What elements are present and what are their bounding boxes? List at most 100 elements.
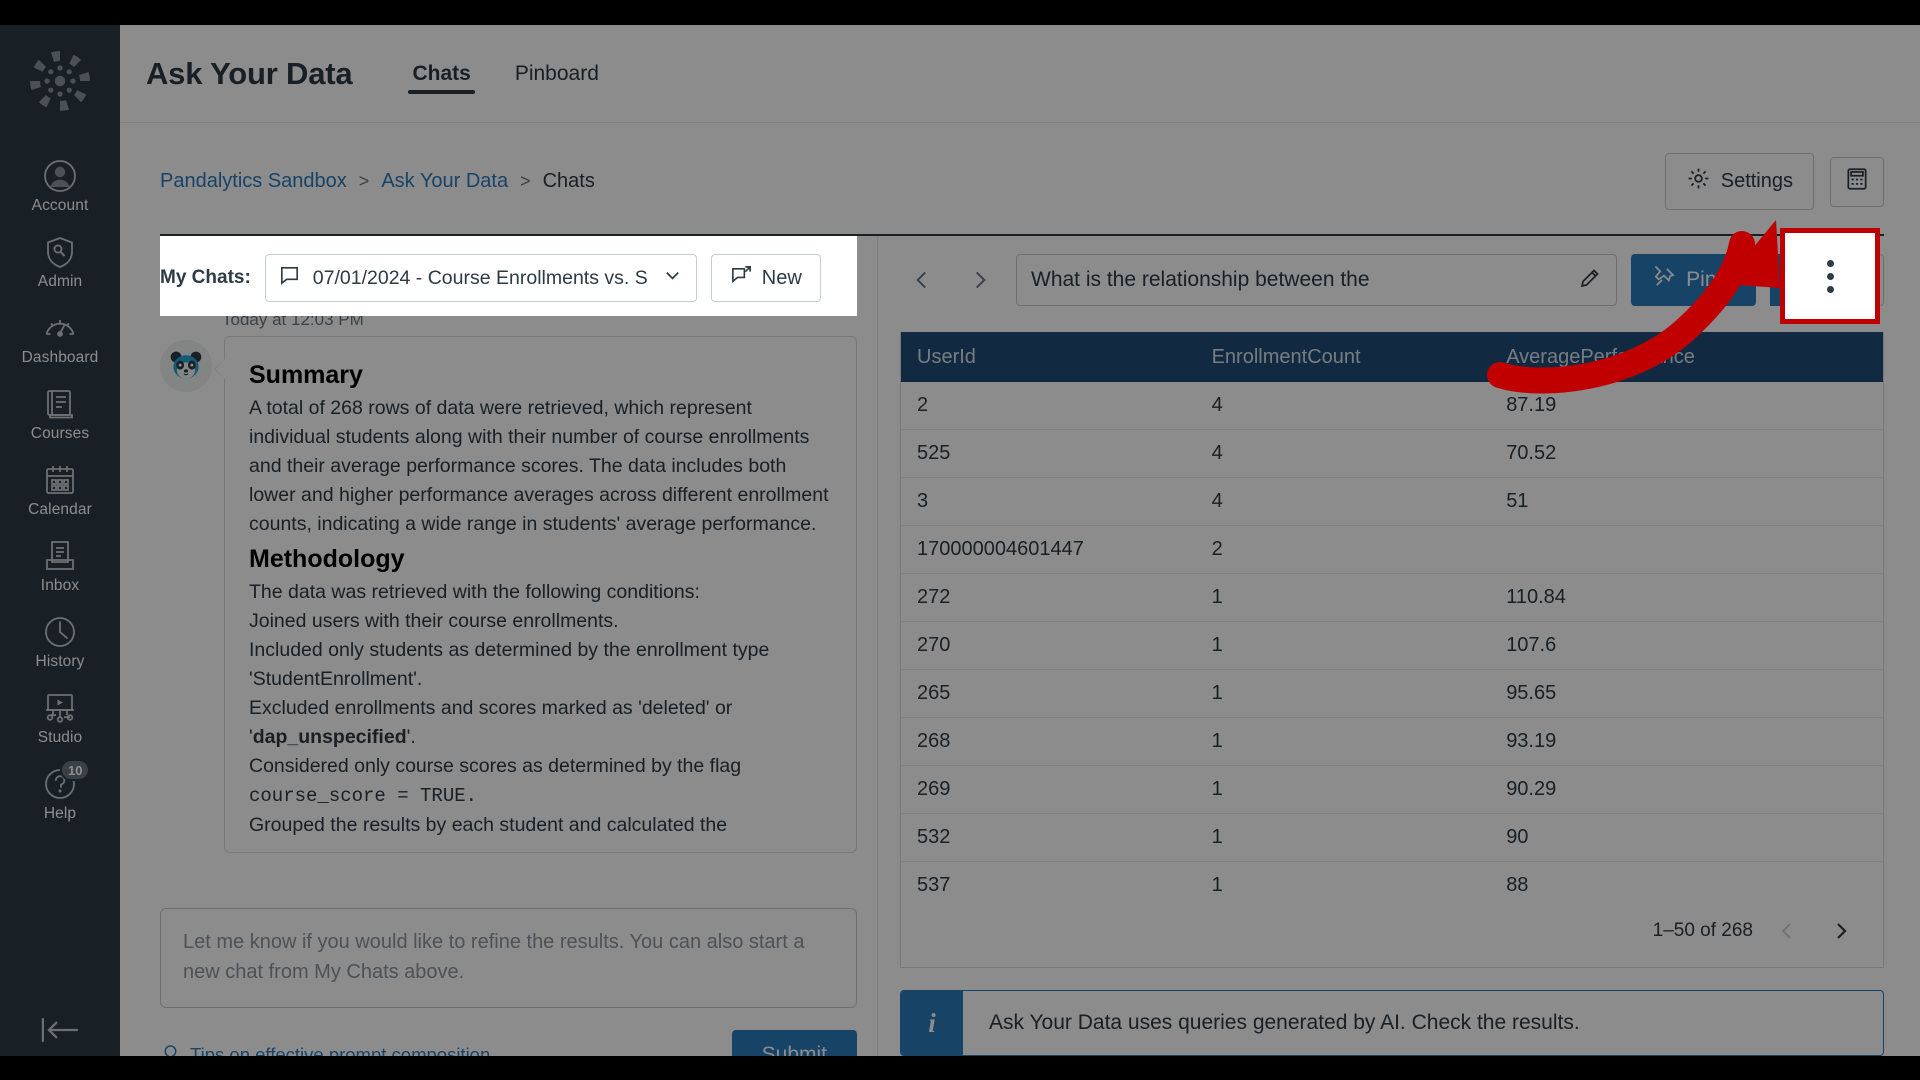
result-toolbar: What is the relationship between the Pin… bbox=[900, 236, 1884, 320]
column-header-enrollmentcount[interactable]: EnrollmentCount bbox=[1195, 332, 1491, 382]
app-tabs: Chats Pinboard bbox=[390, 25, 620, 122]
tab-chats-label: Chats bbox=[412, 61, 471, 85]
table-row[interactable]: 268 1 93.19 bbox=[901, 717, 1883, 766]
nav-item-admin[interactable]: Admin bbox=[0, 225, 120, 301]
excluded-code: dap_unspecified bbox=[252, 726, 407, 748]
question-input[interactable]: What is the relationship between the bbox=[1016, 254, 1618, 306]
column-header-userid[interactable]: UserId bbox=[901, 332, 1196, 382]
nav-label-history: History bbox=[35, 653, 85, 670]
cell-enrollmentcount: 4 bbox=[1195, 381, 1491, 430]
letterbox-bottom bbox=[0, 1056, 1920, 1080]
table-row[interactable]: 269 1 90.29 bbox=[901, 765, 1883, 814]
breadcrumb-item-0[interactable]: Pandalytics Sandbox bbox=[160, 170, 347, 193]
nav-label-help: Help bbox=[43, 805, 77, 822]
prev-result-button[interactable] bbox=[900, 258, 944, 302]
cell-userid: 3 bbox=[901, 477, 1196, 526]
nav-item-help[interactable]: 10 Help bbox=[0, 757, 120, 833]
nav-label-admin: Admin bbox=[37, 273, 83, 290]
cell-userid: 525 bbox=[901, 429, 1196, 478]
table-row[interactable]: 3 4 51 bbox=[901, 477, 1883, 526]
nav-label-account: Account bbox=[31, 197, 89, 214]
cell-userid: 2 bbox=[901, 381, 1196, 430]
gear-icon bbox=[1686, 166, 1711, 197]
prompt-input[interactable]: Let me know if you would like to refine … bbox=[160, 908, 857, 1008]
table-row[interactable]: 272 1 110.84 bbox=[901, 573, 1883, 622]
summary-body: A total of 268 rows of data were retriev… bbox=[249, 397, 829, 535]
nav-item-courses[interactable]: Courses bbox=[0, 377, 120, 453]
cell-enrollmentcount: 1 bbox=[1195, 861, 1491, 895]
nav-item-calendar[interactable]: Calendar bbox=[0, 453, 120, 529]
main-content: Ask Your Data Chats Pinboard Pandalytics… bbox=[120, 25, 1920, 1080]
new-chat-icon bbox=[730, 264, 753, 293]
pagination-next-button[interactable] bbox=[1821, 911, 1861, 951]
user-circle-icon bbox=[42, 158, 78, 194]
column-header-averageperformance[interactable]: AveragePerformance bbox=[1490, 332, 1883, 382]
table-header: UserId EnrollmentCount AveragePerformanc… bbox=[901, 332, 1883, 382]
workspace: My Chats: 07/01/2024 - Course Enrollment… bbox=[160, 234, 1884, 1080]
next-result-button[interactable] bbox=[958, 258, 1002, 302]
clock-icon bbox=[42, 614, 78, 650]
gauge-icon bbox=[42, 310, 78, 346]
cell-userid: 532 bbox=[901, 813, 1196, 862]
settings-button[interactable]: Settings bbox=[1664, 153, 1814, 210]
ai-disclaimer-banner: i Ask Your Data uses queries generated b… bbox=[900, 990, 1884, 1056]
pin-it-label: Pin It bbox=[1686, 268, 1734, 291]
table-row[interactable]: 537 1 88 bbox=[901, 861, 1883, 895]
chat-select[interactable]: 07/01/2024 - Course Enrollments vs. S bbox=[264, 254, 697, 302]
tab-pinboard[interactable]: Pinboard bbox=[493, 46, 621, 102]
pagination-prev-button[interactable] bbox=[1767, 911, 1807, 951]
pin-icon bbox=[1653, 265, 1676, 295]
nav-item-inbox[interactable]: Inbox bbox=[0, 529, 120, 605]
pin-it-button[interactable]: Pin It bbox=[1631, 254, 1756, 306]
chat-transcript[interactable]: Today at 12:03 PM Summary A total of 268… bbox=[160, 316, 857, 894]
message-timestamp: Today at 12:03 PM bbox=[222, 316, 364, 329]
new-chat-button[interactable]: New bbox=[710, 254, 821, 302]
new-chat-label: New bbox=[761, 266, 802, 289]
table-row[interactable]: 270 1 107.6 bbox=[901, 621, 1883, 670]
cell-enrollmentcount: 1 bbox=[1195, 813, 1491, 862]
methodology-excluded-line: Excluded enrollments and scores marked a… bbox=[249, 694, 832, 752]
question-text: What is the relationship between the bbox=[1031, 268, 1370, 291]
canvas-logo-icon[interactable] bbox=[26, 47, 94, 115]
cell-enrollmentcount: 2 bbox=[1195, 525, 1491, 574]
cell-averageperformance bbox=[1490, 525, 1883, 574]
cell-userid: 537 bbox=[901, 861, 1196, 895]
chat-message: Summary A total of 268 rows of data were… bbox=[160, 336, 857, 853]
highlighted-more-options-button[interactable] bbox=[1780, 228, 1880, 324]
methodology-line-1: Included only students as determined by … bbox=[249, 639, 770, 690]
result-table-body: 2 4 87.19 525 4 70.52 3 4 51 170000004601447 2 … bbox=[901, 381, 1883, 895]
pencil-icon[interactable] bbox=[1578, 266, 1602, 295]
nav-item-studio[interactable]: Studio bbox=[0, 681, 120, 757]
nav-item-history[interactable]: History bbox=[0, 605, 120, 681]
nav-label-inbox: Inbox bbox=[40, 577, 80, 594]
breadcrumb: Pandalytics Sandbox > Ask Your Data > Ch… bbox=[160, 170, 595, 193]
excluded-suffix: '. bbox=[406, 726, 416, 748]
result-panel: What is the relationship between the Pin… bbox=[878, 236, 1884, 1080]
breadcrumb-separator: > bbox=[358, 171, 370, 191]
cell-userid: 269 bbox=[901, 765, 1196, 814]
collapse-nav-icon bbox=[38, 1015, 82, 1050]
cell-userid: 268 bbox=[901, 717, 1196, 766]
calculator-button[interactable] bbox=[1830, 156, 1884, 207]
cell-averageperformance: 110.84 bbox=[1490, 573, 1883, 622]
table-row[interactable]: 265 1 95.65 bbox=[901, 669, 1883, 718]
nav-item-account[interactable]: Account bbox=[0, 149, 120, 225]
result-table-wrapper: UserId EnrollmentCount AveragePerformanc… bbox=[900, 332, 1884, 968]
methodology-intro: The data was retrieved with the followin… bbox=[249, 581, 700, 603]
table-row[interactable]: 532 1 90 bbox=[901, 813, 1883, 862]
table-row[interactable]: 2 4 87.19 bbox=[901, 381, 1883, 430]
tab-chats[interactable]: Chats bbox=[390, 46, 492, 102]
table-row[interactable]: 170000004601447 2 bbox=[901, 525, 1883, 574]
cell-userid: 170000004601447 bbox=[901, 525, 1196, 574]
nav-label-calendar: Calendar bbox=[28, 501, 92, 518]
nav-label-studio: Studio bbox=[37, 729, 83, 746]
breadcrumb-item-1[interactable]: Ask Your Data bbox=[381, 170, 508, 193]
chevron-down-icon bbox=[661, 264, 684, 292]
table-row[interactable]: 525 4 70.52 bbox=[901, 429, 1883, 478]
table-body-scroll[interactable]: 2 4 87.19 525 4 70.52 3 4 51 170000004601447 2 … bbox=[901, 381, 1883, 895]
kebab-menu-icon bbox=[1826, 257, 1834, 296]
nav-item-dashboard[interactable]: Dashboard bbox=[0, 301, 120, 377]
book-icon bbox=[42, 386, 78, 422]
ai-disclaimer-text: Ask Your Data uses queries generated by … bbox=[989, 1011, 1580, 1034]
letterbox-top bbox=[0, 0, 1920, 25]
